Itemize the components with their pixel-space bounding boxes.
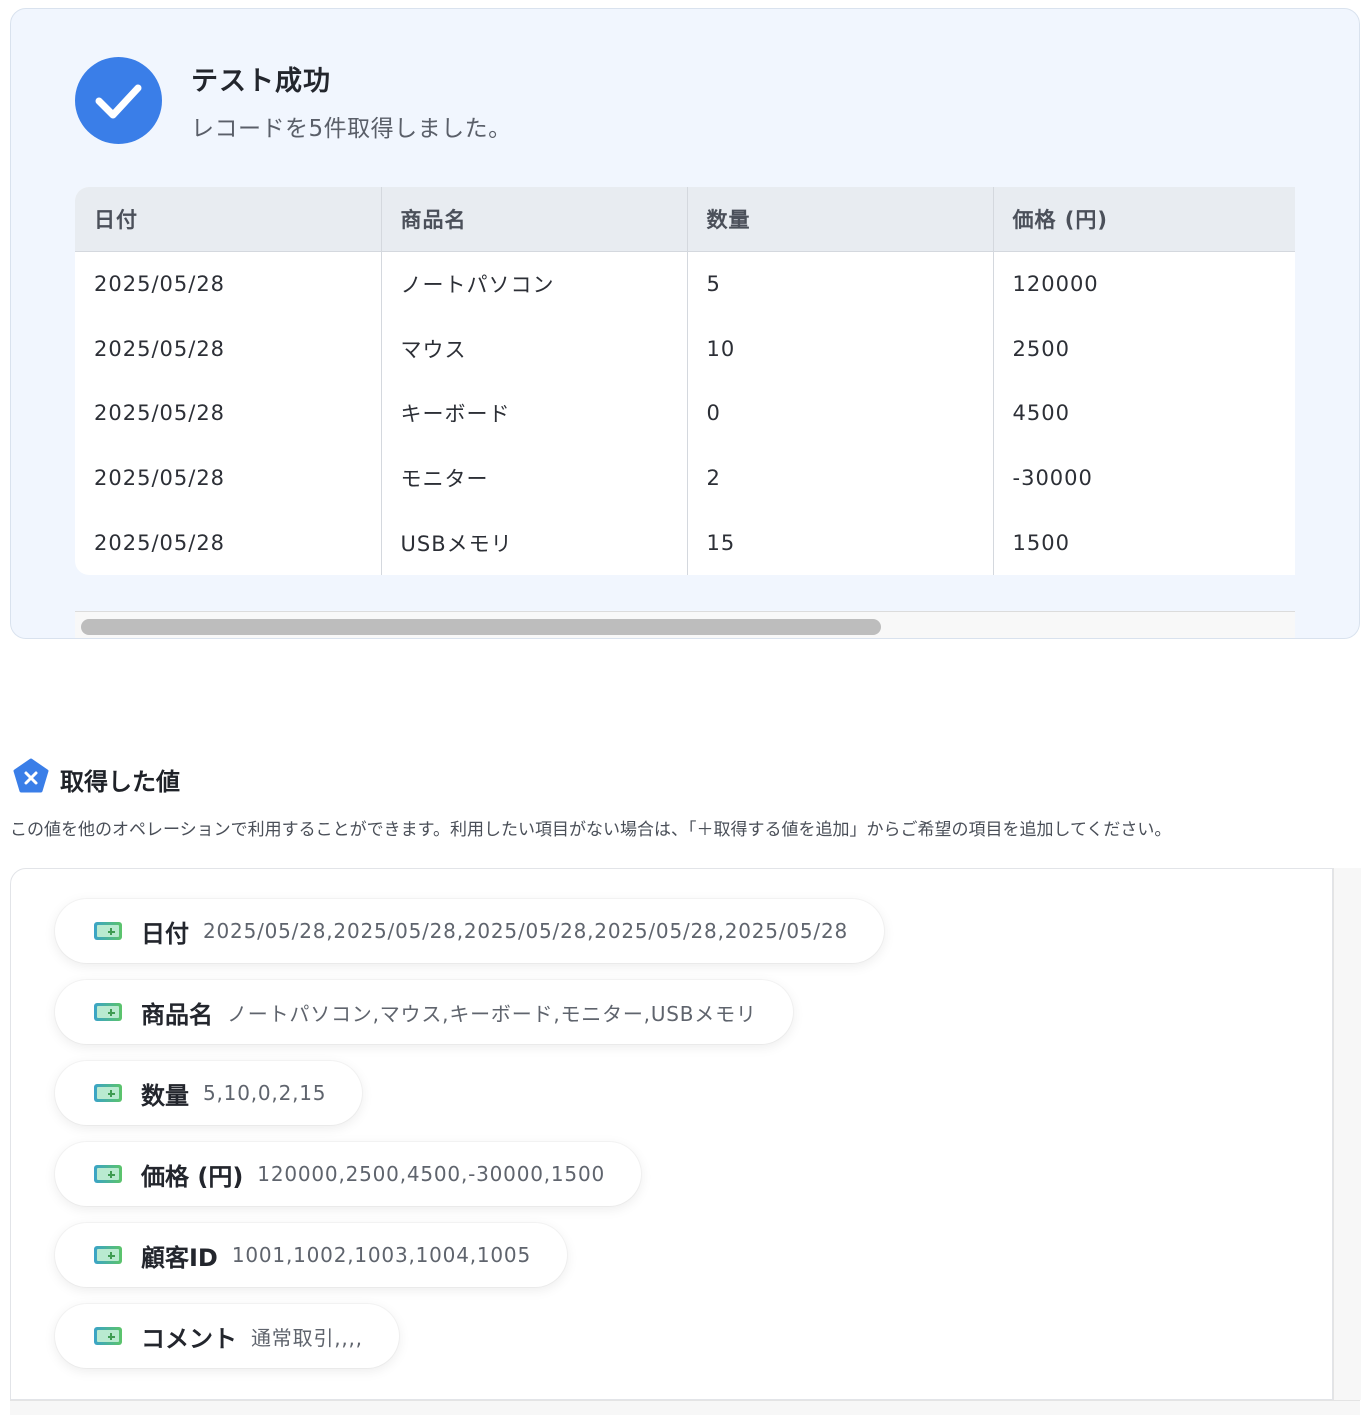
table-field-icon [94, 1165, 122, 1183]
table-header-row: 日付 商品名 数量 価格 (円) [75, 187, 1295, 252]
value-item-value: 通常取引,,,, [251, 1325, 363, 1350]
table-cell: 0 [687, 381, 994, 446]
value-item-product-name[interactable]: 商品名 ノートパソコン,マウス,キーボード,モニター,USBメモリ [55, 980, 793, 1044]
value-item-label: 商品名 [141, 1000, 213, 1029]
success-check-icon [75, 57, 162, 144]
table-field-icon [94, 1246, 122, 1264]
table-cell: 15 [687, 510, 994, 575]
records-table-container: 日付 商品名 数量 価格 (円) 2025/05/28 ノートパソコン 5 12… [75, 187, 1295, 575]
value-item-value: 1001,1002,1003,1004,1005 [231, 1243, 531, 1267]
table-cell: 4500 [1012, 401, 1070, 426]
value-item-comment[interactable]: コメント 通常取引,,,, [55, 1304, 399, 1368]
table-cell: 2025/05/28 [75, 381, 382, 446]
table-cell: 2025/05/28 [75, 445, 382, 511]
table-cell: ノートパソコン [381, 251, 688, 317]
column-header: 日付 [75, 187, 382, 252]
table-cell: 5 [687, 251, 994, 317]
value-item-value: ノートパソコン,マウス,キーボード,モニター,USBメモリ [227, 1001, 757, 1026]
table-field-icon [94, 1003, 122, 1021]
table-cell: -30000 [1012, 466, 1093, 491]
table-cell: マウス [381, 316, 688, 382]
column-header: 商品名 [381, 187, 688, 252]
table-cell: 2500 [1012, 336, 1070, 361]
test-result-card: テスト成功 レコードを5件取得しました。 日付 商品名 数量 価格 (円) 20… [10, 8, 1360, 639]
value-item-label: 数量 [141, 1081, 189, 1110]
column-header: 数量 [687, 187, 994, 252]
value-item-label: 価格 (円) [141, 1162, 244, 1191]
table-horizontal-scrollbar[interactable] [75, 611, 1295, 638]
values-vertical-scrollbar[interactable] [1333, 868, 1361, 1400]
scrollbar-thumb[interactable] [81, 619, 881, 635]
table-field-icon [94, 1327, 122, 1345]
records-table: 日付 商品名 数量 価格 (円) 2025/05/28 ノートパソコン 5 12… [75, 187, 1295, 575]
value-item-label: 顧客ID [141, 1243, 218, 1272]
table-cell: 2025/05/28 [75, 251, 382, 317]
value-item-label: 日付 [141, 919, 189, 948]
value-item-price[interactable]: 価格 (円) 120000,2500,4500,-30000,1500 [55, 1142, 642, 1206]
table-field-icon [94, 922, 122, 940]
value-item-value: 5,10,0,2,15 [203, 1081, 327, 1105]
value-item-date[interactable]: 日付 2025/05/28,2025/05/28,2025/05/28,2025… [55, 899, 884, 963]
column-header: 価格 (円) [993, 187, 1295, 252]
result-subtitle: レコードを5件取得しました。 [191, 116, 512, 142]
table-cell: 1500 [1012, 530, 1070, 555]
table-row: 2025/05/28 マウス 10 2500 [75, 316, 1295, 382]
table-cell: モニター [381, 445, 688, 511]
value-item-customer-id[interactable]: 顧客ID 1001,1002,1003,1004,1005 [55, 1223, 567, 1287]
values-section-description: この値を他のオペレーションで利用することができます。利用したい項目がない場合は、… [10, 820, 1172, 840]
table-row: 2025/05/28 モニター 2 -30000 [75, 445, 1295, 511]
table-cell: キーボード [381, 381, 688, 446]
table-cell: 2 [687, 445, 994, 511]
value-item-label: コメント [141, 1324, 237, 1353]
values-section-title: 取得した値 [60, 768, 180, 796]
value-item-value: 2025/05/28,2025/05/28,2025/05/28,2025/05… [203, 919, 848, 943]
result-title: テスト成功 [191, 66, 331, 97]
table-cell: USBメモリ [381, 510, 688, 575]
table-field-icon [94, 1084, 122, 1102]
table-cell: 2025/05/28 [75, 316, 382, 382]
values-horizontal-scrollbar[interactable] [10, 1400, 1360, 1415]
table-row: 2025/05/28 ノートパソコン 5 120000 [75, 251, 1295, 317]
table-cell: 10 [687, 316, 994, 382]
value-item-quantity[interactable]: 数量 5,10,0,2,15 [55, 1061, 363, 1125]
variable-icon [12, 758, 50, 796]
table-row: 2025/05/28 USBメモリ 15 1500 [75, 510, 1295, 575]
table-row: 2025/05/28 キーボード 0 4500 [75, 381, 1295, 446]
value-item-value: 120000,2500,4500,-30000,1500 [257, 1162, 606, 1186]
table-cell: 120000 [1012, 272, 1099, 297]
table-cell: 2025/05/28 [75, 510, 382, 575]
